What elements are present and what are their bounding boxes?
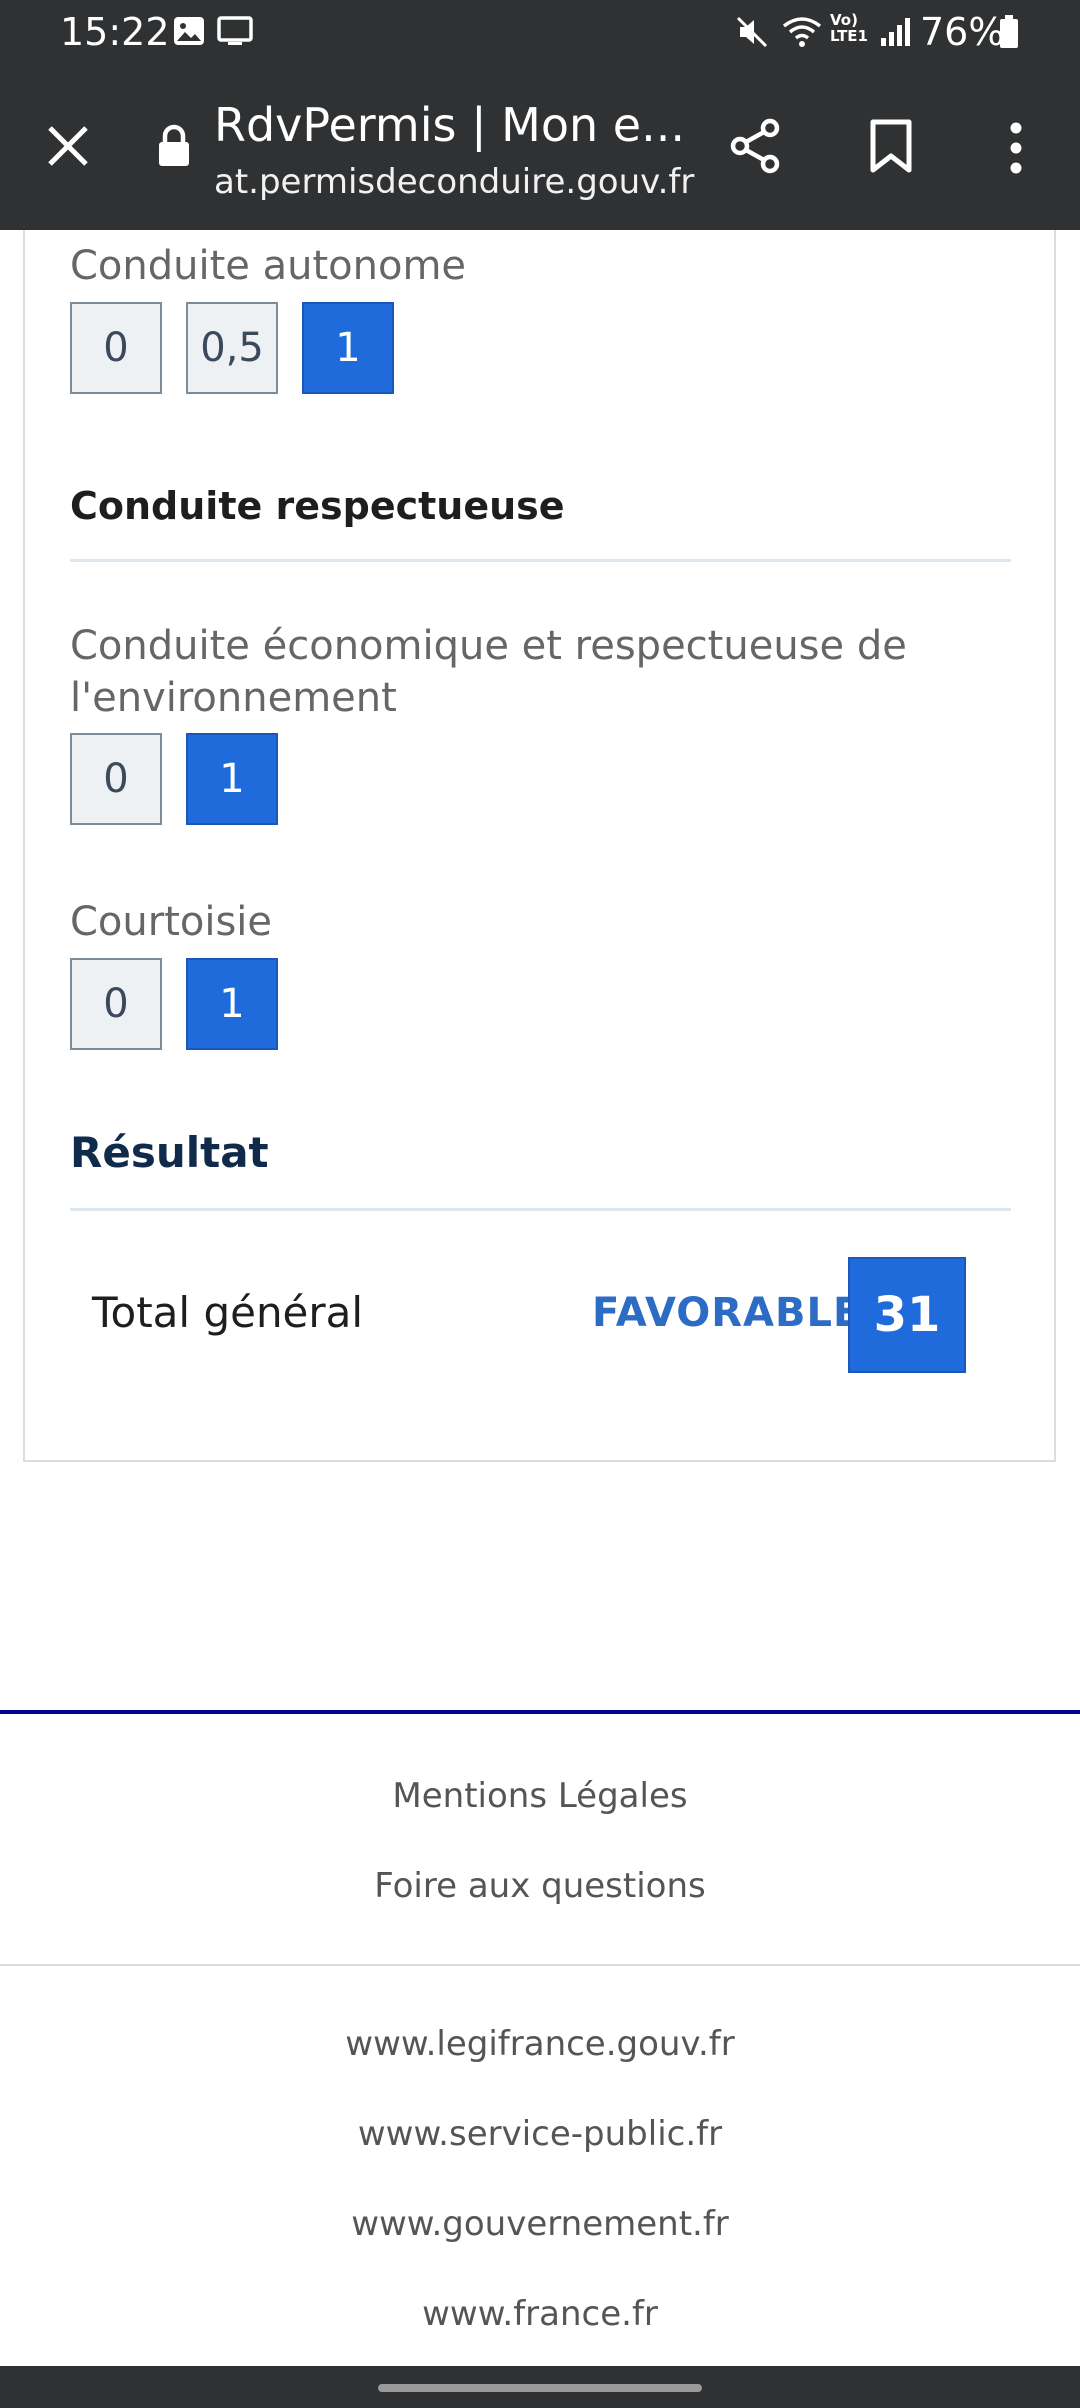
home-handle[interactable] — [378, 2384, 702, 2392]
section-divider — [70, 559, 1011, 562]
footer-link-france[interactable]: www.france.fr — [0, 2294, 1080, 2334]
page-url[interactable]: at.permisdeconduire.gouv.fr — [214, 162, 694, 202]
eco-score-0[interactable]: 0 — [70, 733, 162, 825]
autonomous-score-0-5[interactable]: 0,5 — [186, 302, 278, 394]
footer-link-faq[interactable]: Foire aux questions — [0, 1866, 1080, 1906]
image-icon — [172, 14, 206, 52]
total-score: 31 — [848, 1257, 966, 1373]
gesture-nav-bar — [0, 2366, 1080, 2408]
status-time: 15:22 — [60, 10, 170, 54]
result-status-badge: FAVORABLE — [592, 1290, 862, 1336]
result-divider — [70, 1208, 1011, 1211]
footer-divider — [0, 1964, 1080, 1966]
browser-toolbar: RdvPermis | Mon e... at.permisdeconduire… — [0, 70, 1080, 230]
more-vert-icon[interactable] — [1004, 120, 1028, 180]
courtesy-score-1[interactable]: 1 — [186, 958, 278, 1050]
result-title: Résultat — [70, 1128, 269, 1177]
autonomous-score-0[interactable]: 0 — [70, 302, 162, 394]
courtesy-score-0[interactable]: 0 — [70, 958, 162, 1050]
monitor-icon — [216, 14, 254, 52]
autonomous-driving-label: Conduite autonome — [70, 243, 467, 289]
close-icon[interactable] — [44, 122, 92, 174]
autonomous-score-1[interactable]: 1 — [302, 302, 394, 394]
bookmark-icon[interactable] — [868, 118, 914, 178]
page-title: RdvPermis | Mon e... — [214, 98, 685, 152]
wifi-icon — [780, 14, 824, 54]
lock-icon[interactable] — [156, 124, 192, 172]
battery-level: 76% — [920, 10, 1005, 54]
respectful-driving-title: Conduite respectueuse — [70, 484, 565, 528]
eco-driving-label: Conduite économique et respectueuse de l… — [70, 623, 907, 721]
status-bar: 15:22 Vo) LTE1 76% — [0, 0, 1080, 70]
total-label: Total général — [92, 1288, 364, 1337]
footer-link-legal[interactable]: Mentions Légales — [0, 1776, 1080, 1816]
footer-link-legifrance[interactable]: www.legifrance.gouv.fr — [0, 2024, 1080, 2064]
footer-link-gouvernement[interactable]: www.gouvernement.fr — [0, 2204, 1080, 2244]
share-icon[interactable] — [728, 118, 784, 178]
volte-icon: Vo) LTE1 — [830, 11, 868, 45]
footer-link-service-public[interactable]: www.service-public.fr — [0, 2114, 1080, 2154]
footer-top-border — [0, 1710, 1080, 1714]
signal-icon — [878, 14, 914, 54]
battery-icon — [998, 14, 1020, 54]
courtesy-label: Courtoisie — [70, 899, 273, 945]
eco-score-1[interactable]: 1 — [186, 733, 278, 825]
mute-icon — [734, 14, 770, 54]
